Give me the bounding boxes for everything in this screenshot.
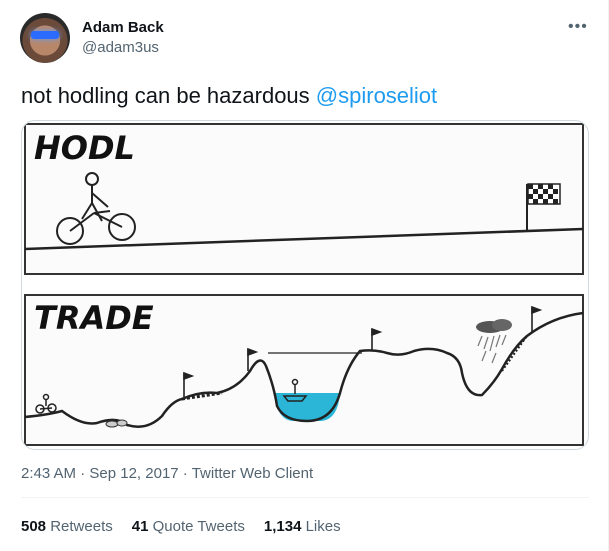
retweets-label: Retweets [50, 518, 113, 535]
tweet-timestamp: 2:43 AM · Sep 12, 2017 · Twitter Web Cli… [21, 465, 313, 482]
tweet-time[interactable]: 2:43 AM [21, 465, 76, 482]
quote-tweets-label: Quote Tweets [152, 518, 245, 535]
author-handle[interactable]: @adam3us [82, 39, 159, 56]
avatar[interactable] [20, 13, 70, 63]
water-pit [274, 393, 340, 421]
panel-hodl-title: HODL [34, 129, 135, 167]
likes-count: 1,134 [263, 518, 302, 535]
panel-trade-title: TRADE [34, 299, 154, 337]
tweet-text-body: not hodling can be hazardous [21, 83, 316, 108]
avatar-glasses-detail [31, 31, 59, 39]
separator: · [76, 465, 90, 482]
separator: · [178, 465, 192, 482]
tweet-client[interactable]: Twitter Web Client [192, 465, 313, 482]
tweet-date[interactable]: Sep 12, 2017 [89, 465, 178, 482]
quote-tweets-stat[interactable]: 41 Quote Tweets [132, 518, 245, 535]
retweets-stat[interactable]: 508 Retweets [21, 518, 113, 535]
author-name[interactable]: Adam Back [82, 19, 164, 36]
quote-tweets-count: 41 [131, 518, 149, 535]
tweet-card: Adam Back @adam3us ••• not hodling can b… [0, 0, 609, 551]
tweet-image[interactable]: HODL TRADE [21, 120, 589, 450]
mention-link[interactable]: @spiroseliot [316, 83, 437, 108]
likes-stat[interactable]: 1,134 Likes [264, 518, 341, 535]
divider [21, 497, 589, 498]
tweet-stats: 508 Retweets 41 Quote Tweets 1,134 Likes [21, 518, 341, 535]
more-horizontal-icon[interactable]: ••• [568, 18, 588, 36]
tweet-text: not hodling can be hazardous @spiroselio… [21, 83, 437, 109]
retweets-count: 508 [21, 518, 47, 535]
hodl-vs-trade-comic: HODL TRADE [24, 123, 584, 446]
likes-label: Likes [305, 518, 341, 535]
